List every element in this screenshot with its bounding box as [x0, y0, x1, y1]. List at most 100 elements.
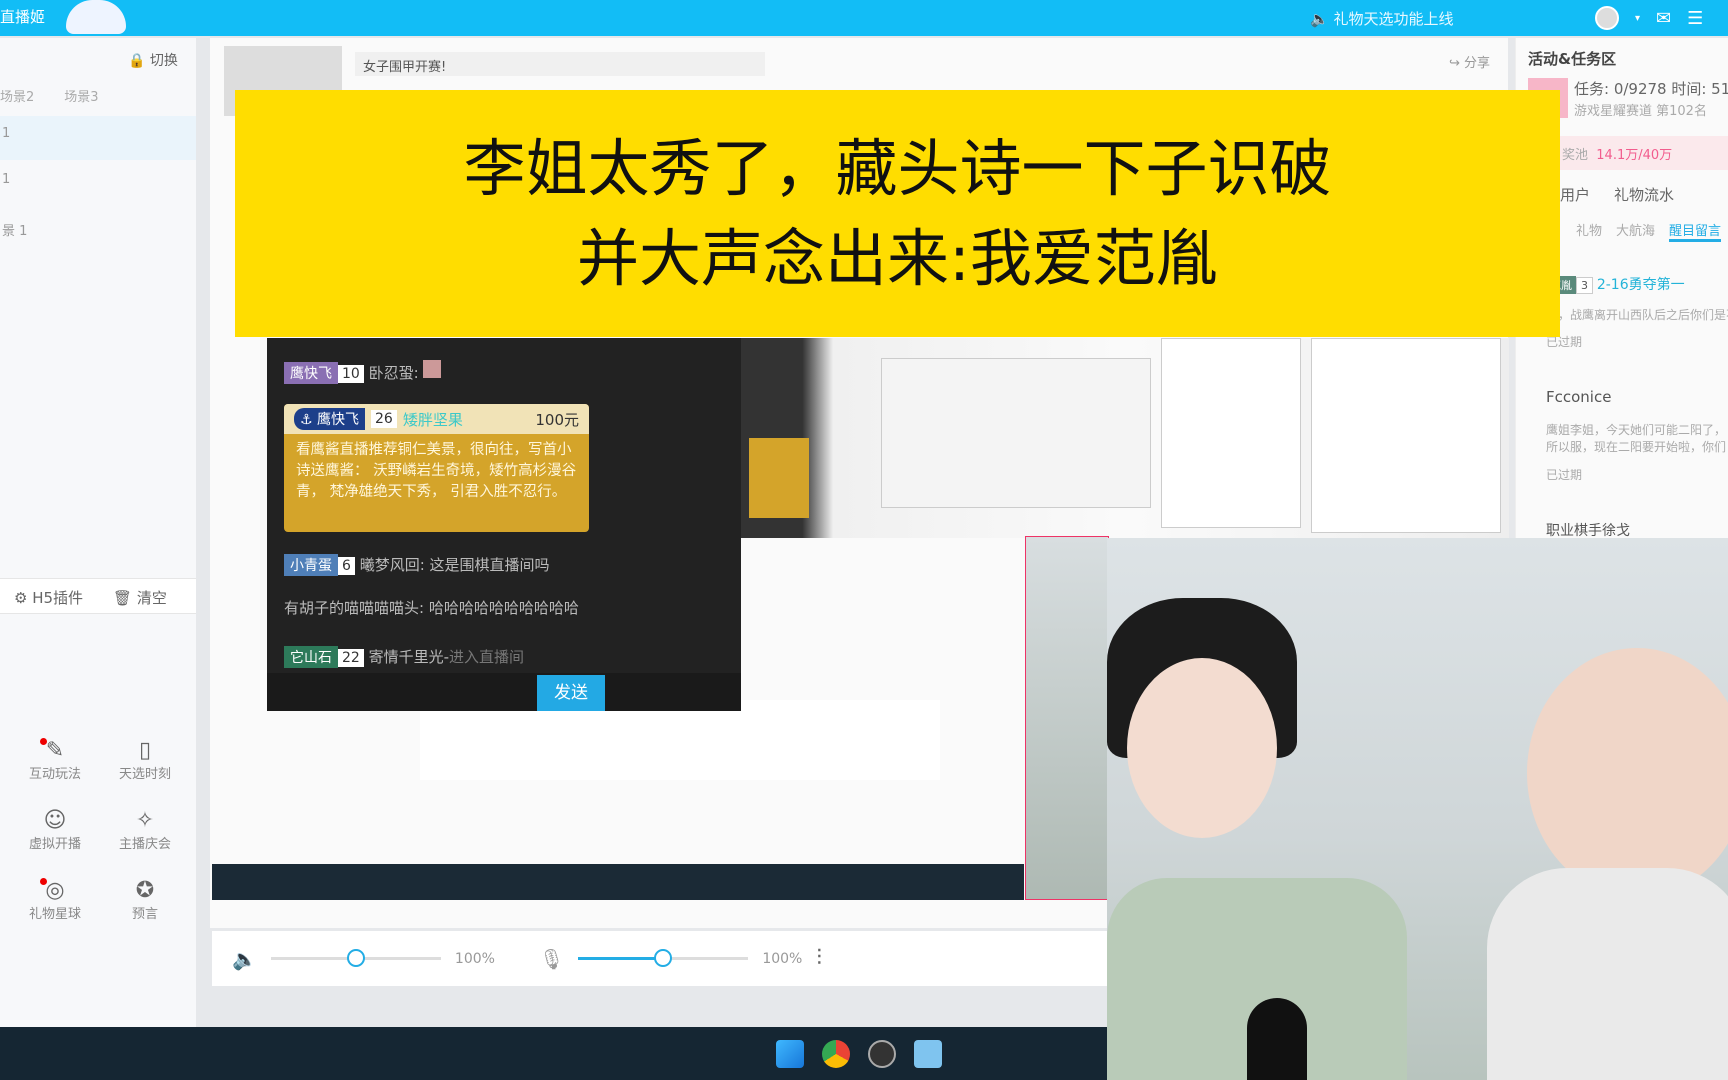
- medal-badge: 鹰快飞: [284, 362, 338, 384]
- notification-dot: [40, 738, 47, 745]
- mascot-icon: [66, 0, 126, 34]
- clear-button[interactable]: 🗑 清空: [113, 587, 167, 607]
- share-button[interactable]: ↪ 分享: [1449, 52, 1490, 71]
- feature-interactive[interactable]: ✎ 互动玩法: [10, 738, 100, 782]
- send-button[interactable]: 发送: [537, 675, 605, 711]
- tab-users[interactable]: 用户: [1560, 184, 1590, 205]
- webcam-clothing: [1487, 868, 1728, 1080]
- obs-icon[interactable]: [868, 1039, 896, 1068]
- recursive-preview: [741, 338, 1509, 538]
- medal-badge: 它山石: [284, 646, 338, 668]
- enter-room-text: 进入直播间: [449, 648, 525, 666]
- source-toolbar: ⚙ H5插件 🗑 清空: [0, 578, 196, 614]
- medal-level: 22: [338, 649, 364, 667]
- avatar[interactable]: [1595, 6, 1619, 30]
- panel-tabs: 用户 礼物流水: [1560, 184, 1674, 205]
- feature-label: 互动玩法: [28, 767, 81, 782]
- interactive-icon: ✎: [45, 738, 65, 763]
- virtual-avatar-icon: ☺: [43, 808, 67, 833]
- pool-value: 14.1万/40万: [1596, 148, 1673, 163]
- nested-taskbar: [212, 864, 1024, 900]
- celebration-icon: ✧: [135, 808, 155, 833]
- mic-value: 100%: [762, 950, 803, 967]
- card-title: Fcconice: [1546, 388, 1612, 406]
- slider-knob[interactable]: [346, 949, 365, 967]
- feature-virtual[interactable]: ☺ 虚拟开播: [10, 808, 100, 852]
- menu-icon[interactable]: ☰: [1687, 8, 1703, 29]
- emoji-sticker: [423, 360, 442, 378]
- feature-label: 主播庆会: [118, 837, 171, 852]
- speaker-icon[interactable]: 🔈: [232, 947, 257, 971]
- source-item[interactable]: 景 1: [0, 210, 196, 254]
- pool-label: 奖池: [1562, 148, 1589, 163]
- h5-label: H5插件: [32, 589, 84, 607]
- windows-taskbar: [0, 1027, 1108, 1080]
- preview-window: [1311, 338, 1501, 533]
- lock-icon: 🔒: [128, 53, 146, 69]
- message-text: 卧忍蛩:: [368, 364, 419, 382]
- top-bar: 直播姬 🔈 礼物天选功能上线 ▾ ✉ ☰: [0, 0, 1728, 36]
- chrome-icon[interactable]: [822, 1039, 850, 1068]
- feature-celebration[interactable]: ✧ 主播庆会: [100, 808, 190, 852]
- feature-label: 虚拟开播: [28, 837, 81, 852]
- slider-knob[interactable]: [654, 949, 673, 967]
- preview-window: [1161, 338, 1301, 528]
- source-item[interactable]: 1: [0, 116, 196, 160]
- tab-gift-flow[interactable]: 礼物流水: [1614, 184, 1674, 205]
- tab-scene-2[interactable]: 场景2: [0, 86, 34, 105]
- scene-tabs: 场景2 场景3: [0, 86, 99, 105]
- preview-superchat: [749, 438, 809, 518]
- mixer-icon[interactable]: ⫶: [816, 946, 822, 971]
- notice-text: 礼物天选功能上线: [1333, 10, 1454, 28]
- panel-heading: 活动&任务区: [1528, 50, 1617, 68]
- superchat-text: 看鹰酱直播推荐铜仁美景，很向往，写首小诗送鹰酱： 沃野嶙岩生奇境，矮竹高杉漫谷青…: [296, 442, 577, 500]
- webcam-feed: [1107, 538, 1728, 1080]
- tab-guard[interactable]: 大航海: [1616, 220, 1655, 242]
- livehime-icon[interactable]: [914, 1039, 942, 1068]
- feature-label: 礼物星球: [28, 907, 81, 922]
- superchat-header: ⚓ 鹰快飞 26 矮胖坚果 100元: [284, 404, 589, 434]
- app-logo: 直播姬: [0, 8, 46, 26]
- feature-planet[interactable]: ◎ 礼物星球: [10, 878, 100, 922]
- nested-webcam: [1025, 536, 1109, 900]
- superchat-message: ⚓ 鹰快飞 26 矮胖坚果 100元 看鹰酱直播推荐铜仁美景，很向往，写首小诗送鹰…: [284, 404, 589, 532]
- speaker-slider[interactable]: [270, 949, 441, 967]
- card-status: 已过期: [1546, 468, 1583, 482]
- card-title: 2-16勇夺第一: [1596, 277, 1685, 293]
- chat-message: 有胡子的喵喵喵喵头: 哈哈哈哈哈哈哈哈哈哈: [284, 599, 579, 617]
- source-item[interactable]: 1: [0, 162, 196, 206]
- superchat-user: 矮胖坚果: [402, 410, 463, 429]
- superchat-card: Fcconice 鹰姐李姐，今天她们可能二阳了，所以服，现在二阳要开始啦，你们也…: [1546, 388, 1728, 483]
- guard-medal: ⚓ 鹰快飞: [294, 408, 366, 430]
- chat-input[interactable]: [267, 673, 741, 711]
- caret-down-icon[interactable]: ▾: [1635, 13, 1640, 24]
- chat-message: 它山石 22 寄情千里光-进入直播间: [284, 646, 524, 668]
- danmaku-chat: 鹰快飞 10 卧忍蛩: ⚓ 鹰快飞 26 矮胖坚果 100元 看鹰酱直播推荐铜仁美景…: [267, 338, 741, 711]
- message-text: 曦梦风回: 这是围棋直播间吗: [359, 556, 550, 574]
- message-text: 寄情千里光-: [368, 648, 450, 666]
- chat-message: 小青蛋 6 曦梦风回: 这是围棋直播间吗: [284, 554, 550, 576]
- notice-banner[interactable]: 🔈 礼物天选功能上线: [1310, 8, 1453, 29]
- feature-prophecy[interactable]: ✪ 预言: [100, 878, 190, 922]
- mic-icon[interactable]: 🎙: [539, 947, 564, 971]
- h5-plugin-button[interactable]: ⚙ H5插件: [14, 587, 84, 607]
- tab-scene-3[interactable]: 场景3: [64, 86, 98, 105]
- windows-start-icon[interactable]: [776, 1039, 804, 1068]
- switch-button[interactable]: 🔒 切换: [128, 50, 178, 70]
- feature-label: 预言: [131, 907, 158, 922]
- lottery-card-icon: ▯: [138, 738, 152, 763]
- webcam-microphone: [1247, 998, 1307, 1080]
- webcam-face: [1527, 648, 1728, 898]
- medal-level: 10: [338, 365, 364, 383]
- room-title-input[interactable]: 女子围甲开赛!: [355, 52, 765, 76]
- rank-text: 游戏星耀赛道 第102名: [1574, 104, 1707, 119]
- mic-slider[interactable]: [578, 949, 749, 967]
- volume-bar: 🔈 100% 🎙 100% ⫶: [212, 931, 1108, 986]
- tab-superchat[interactable]: 醒目留言: [1669, 220, 1722, 242]
- feature-lottery[interactable]: ▯ 天选时刻: [100, 738, 190, 782]
- chat-message: 鹰快飞 10 卧忍蛩:: [284, 360, 442, 384]
- card-body: 鹰姐李姐，今天她们可能二阳了，所以服，现在二阳要开始啦，你们也要注意: [1546, 423, 1727, 454]
- medal-level: 3: [1576, 277, 1593, 294]
- mail-icon[interactable]: ✉: [1656, 8, 1671, 29]
- tab-gifts[interactable]: 礼物: [1576, 220, 1602, 242]
